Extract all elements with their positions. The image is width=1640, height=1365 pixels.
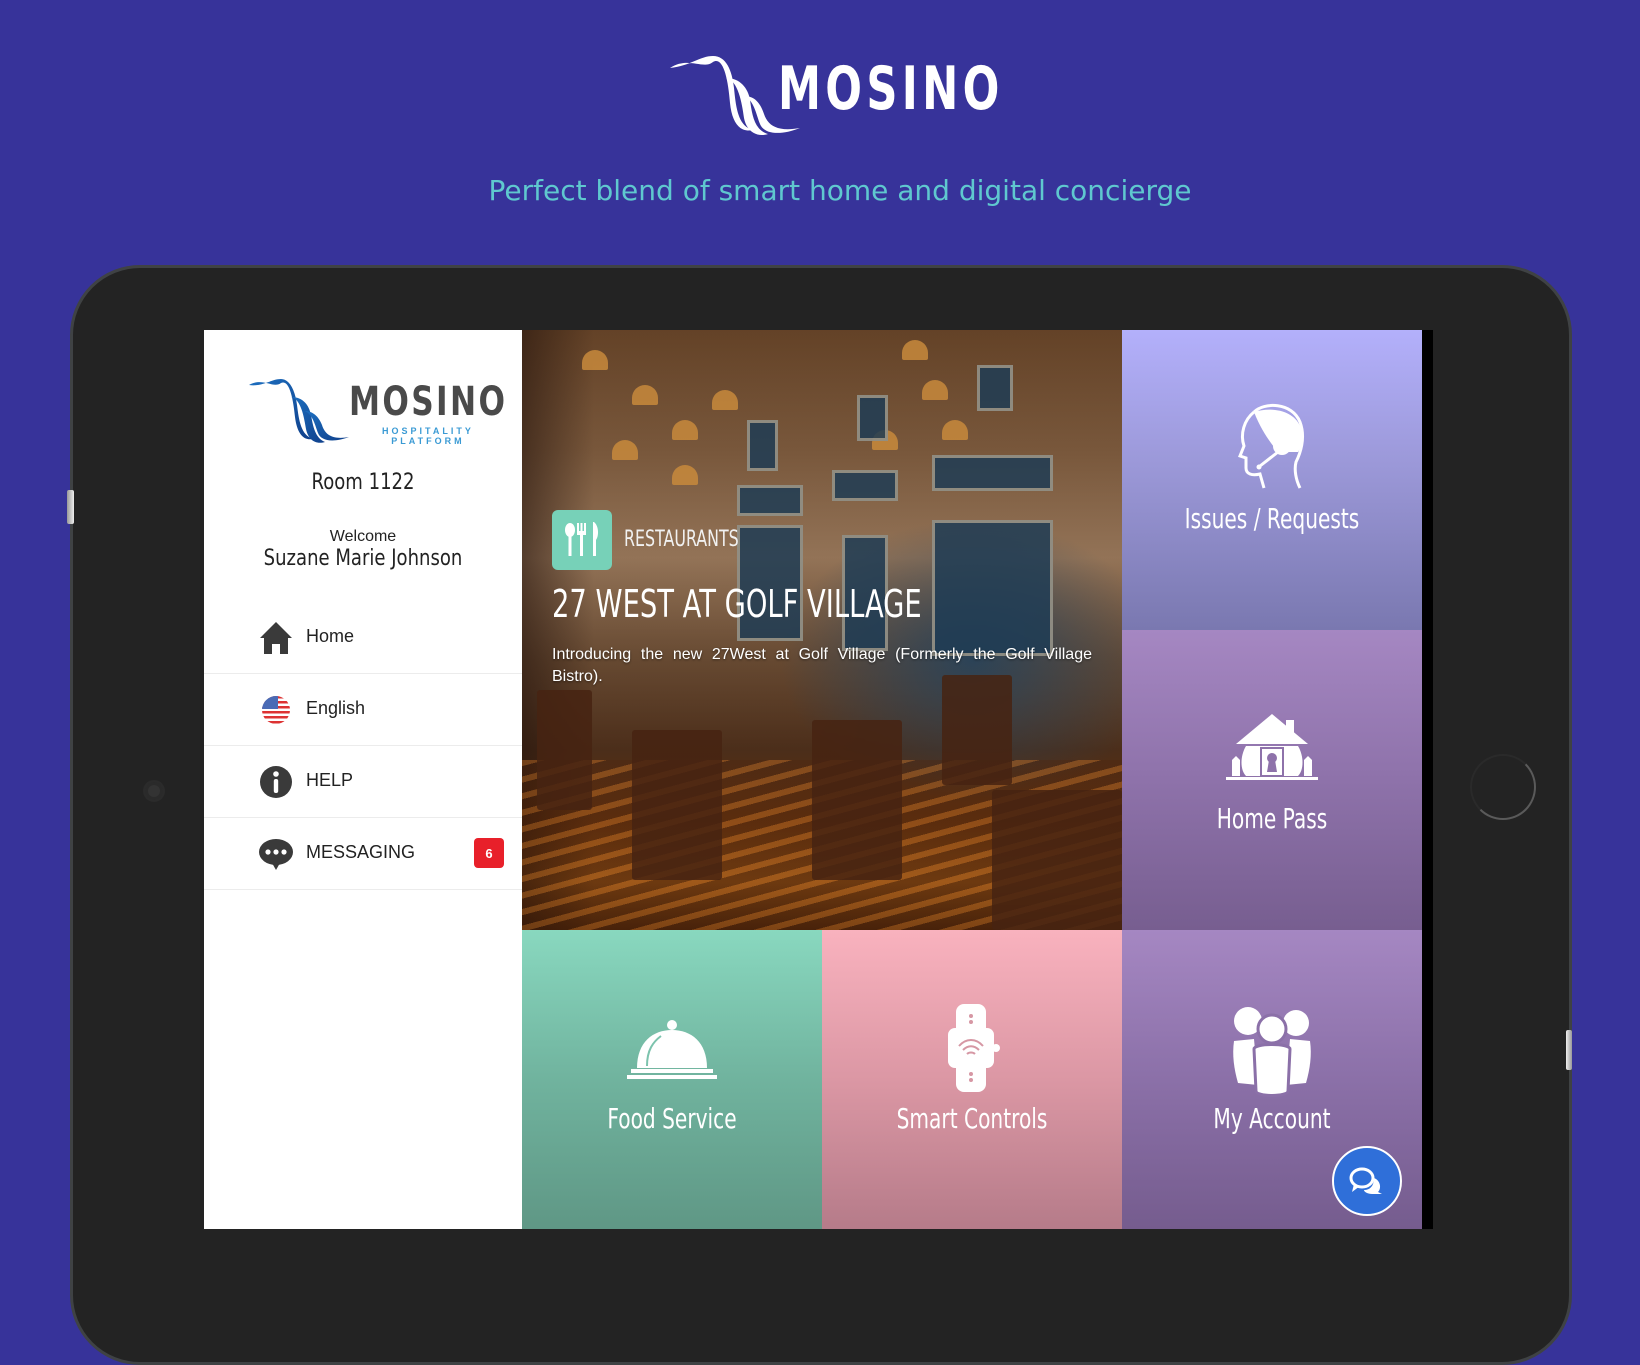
tile-label: Smart Controls: [896, 1102, 1048, 1135]
tile-issues-requests[interactable]: Issues / Requests: [1122, 330, 1422, 630]
sidebar-item-help[interactable]: HELP: [204, 746, 522, 818]
tagline: Perfect blend of smart home and digital …: [488, 174, 1192, 207]
room-number: Room 1122: [311, 470, 415, 495]
featured-title: 27 WEST AT GOLF VILLAGE: [552, 582, 922, 626]
sidebar-item-language[interactable]: English: [204, 674, 522, 746]
headset-agent-icon: [1238, 403, 1304, 489]
hero-window: [932, 520, 1053, 656]
hero-window: [977, 365, 1013, 411]
logo-subtitle-line1: HOSPITALITY: [382, 426, 474, 436]
cloche-icon: [627, 1020, 717, 1079]
tablet-home-button[interactable]: [1470, 754, 1536, 820]
info-icon: [260, 766, 292, 798]
sidebar-item-label: MESSAGING: [306, 842, 416, 862]
restaurants-category-badge: [552, 510, 612, 570]
hero-chair: [992, 790, 1122, 930]
app-logo-subtitle: HOSPITALITY PLATFORM: [382, 426, 474, 446]
us-flag-icon: [262, 696, 290, 724]
tablet-screen: MOSINO HOSPITALITY PLATFORM Room 1122 We…: [204, 330, 1433, 1229]
marketing-header: MOSINO: [0, 48, 1640, 138]
sidebar: MOSINO HOSPITALITY PLATFORM Room 1122 We…: [204, 330, 522, 1229]
tile-label: Issues / Requests: [1184, 502, 1360, 535]
hero-chair: [537, 690, 592, 810]
featured-restaurant-card[interactable]: RESTAURANTS 27 WEST AT GOLF VILLAGE Intr…: [522, 330, 1122, 930]
hero-chair: [632, 730, 722, 880]
hero-window: [832, 470, 898, 501]
hero-chair: [812, 720, 902, 880]
logo-subtitle-line2: PLATFORM: [391, 436, 465, 446]
tablet-volume-button: [1566, 1030, 1572, 1070]
house-keyhole-icon: [1226, 714, 1318, 780]
tile-label: My Account: [1213, 1102, 1331, 1135]
tile-smart-controls[interactable]: Smart Controls: [822, 930, 1122, 1229]
tile-home-pass[interactable]: Home Pass: [1122, 630, 1422, 930]
tablet-side-button: [67, 490, 74, 524]
chat-button[interactable]: [1332, 1146, 1402, 1216]
screen-edge: [1422, 330, 1433, 1229]
smartwatch-wifi-icon: [948, 1004, 1000, 1092]
home-icon: [260, 622, 292, 654]
app-wordmark: MOSINO: [349, 379, 508, 425]
people-group-icon: [1233, 1007, 1311, 1097]
hero-window: [747, 420, 778, 471]
sidebar-item-label: Home: [306, 626, 355, 646]
hero-window: [857, 395, 888, 441]
tablet-camera-icon: [143, 780, 165, 802]
category-label: RESTAURANTS: [624, 527, 739, 552]
chat-bubbles-icon: [1349, 1167, 1382, 1194]
brand-wordmark: MOSINO: [778, 54, 1004, 124]
guest-name: Suzane Marie Johnson: [263, 546, 463, 571]
sidebar-item-messaging[interactable]: MESSAGING 6: [204, 818, 522, 890]
sidebar-menu: Home English HELP MESSAGING 6: [204, 602, 522, 890]
hero-chair: [942, 675, 1012, 785]
tile-label: Food Service: [607, 1102, 737, 1135]
hero-window: [737, 485, 803, 516]
sidebar-item-home[interactable]: Home: [204, 602, 522, 674]
tile-food-service[interactable]: Food Service: [522, 930, 822, 1229]
cutlery-icon: [565, 522, 599, 556]
unread-messages-badge: 6: [474, 838, 504, 868]
hero-window: [932, 455, 1053, 491]
tile-label: Home Pass: [1216, 802, 1328, 835]
welcome-label: Welcome: [329, 528, 397, 545]
sidebar-item-label: HELP: [306, 770, 354, 790]
featured-description: Introducing the new 27West at Golf Villa…: [552, 646, 1092, 685]
sidebar-item-label: English: [306, 698, 366, 718]
chat-bubble-icon: [259, 839, 293, 870]
